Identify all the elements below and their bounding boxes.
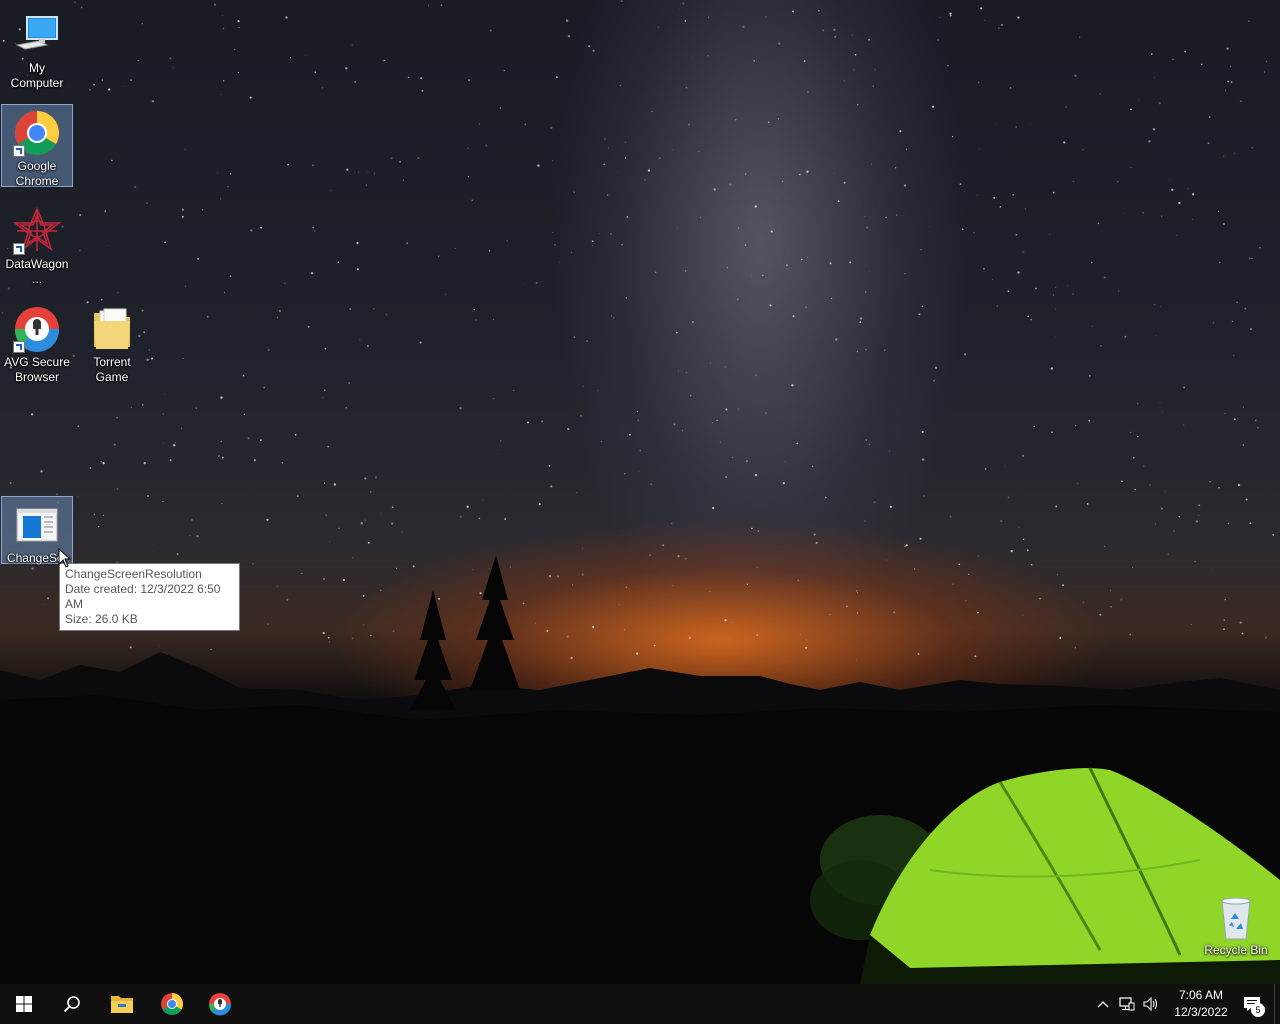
network-icon	[1119, 997, 1135, 1011]
taskbar-chrome[interactable]	[148, 984, 196, 1024]
shortcut-arrow-icon	[13, 341, 25, 353]
search-button[interactable]	[48, 984, 96, 1024]
tooltip-file-name: ChangeScreenResolution	[65, 567, 202, 581]
desktop-icon-torrent-game[interactable]: Torrent Game	[76, 300, 148, 386]
tooltip-size: Size: 26.0 KB	[65, 612, 138, 626]
search-icon	[63, 996, 80, 1013]
desktop-icon-avg-secure-browser[interactable]: AVG Secure Browser	[1, 300, 73, 386]
desktop-icon-label: Torrent Game	[93, 355, 131, 384]
mouse-cursor-icon	[58, 548, 72, 568]
chevron-up-icon	[1097, 1001, 1109, 1008]
chrome-icon	[161, 993, 183, 1015]
file-tooltip: ChangeScreenResolution Date created: 12/…	[59, 563, 240, 631]
desktop-icon-google-chrome[interactable]: Google Chrome	[1, 104, 73, 188]
landscape-silhouette	[0, 555, 1280, 984]
volume-button[interactable]	[1140, 984, 1162, 1024]
start-button[interactable]	[0, 984, 48, 1024]
desktop-icon-label: AVG Secure Browser	[4, 355, 70, 384]
desktop-icon-label: Recycle Bin	[1204, 943, 1268, 957]
taskbar-clock[interactable]: 7:06 AM 12/3/2022	[1166, 987, 1236, 1021]
desktop-wallpaper	[0, 0, 1280, 984]
clock-time: 7:06 AM	[1178, 988, 1224, 1002]
datawagon-icon	[12, 206, 62, 255]
chrome-icon	[13, 109, 61, 157]
computer-icon	[13, 11, 61, 59]
avg-browser-icon	[208, 993, 232, 1016]
taskbar-avg-browser[interactable]	[196, 984, 244, 1024]
desktop-icon-label: Google Chrome	[15, 159, 59, 188]
notification-count-badge: 5	[1251, 1003, 1265, 1017]
avg-browser-icon	[13, 305, 61, 353]
file-explorer-icon	[111, 996, 133, 1013]
desktop-icon-recycle-bin[interactable]: Recycle Bin	[1200, 888, 1272, 959]
desktop-icon-label: My Computer	[10, 61, 64, 90]
clock-date: 12/3/2022	[1174, 1005, 1228, 1019]
desktop-icon-label: DataWagon...	[5, 257, 69, 286]
show-desktop-button[interactable]	[1274, 984, 1280, 1024]
taskbar: 7:06 AM 12/3/2022 5	[0, 984, 1280, 1024]
network-status-button[interactable]	[1116, 984, 1138, 1024]
change-screen-resolution-icon	[13, 501, 61, 549]
shortcut-arrow-icon	[13, 145, 25, 157]
shortcut-arrow-icon	[13, 243, 25, 255]
volume-icon	[1143, 997, 1158, 1011]
taskbar-file-explorer[interactable]	[98, 984, 146, 1024]
tooltip-date-created: Date created: 12/3/2022 6:50 AM	[65, 582, 221, 611]
action-center-button[interactable]: 5	[1236, 984, 1268, 1024]
desktop-icon-my-computer[interactable]: My Computer	[1, 6, 73, 92]
windows-start-icon	[16, 996, 32, 1012]
show-hidden-icons-button[interactable]	[1092, 984, 1114, 1024]
folder-icon	[88, 305, 136, 353]
desktop-icon-datawagon[interactable]: DataWagon...	[1, 202, 73, 288]
recycle-bin-icon	[1212, 893, 1260, 941]
